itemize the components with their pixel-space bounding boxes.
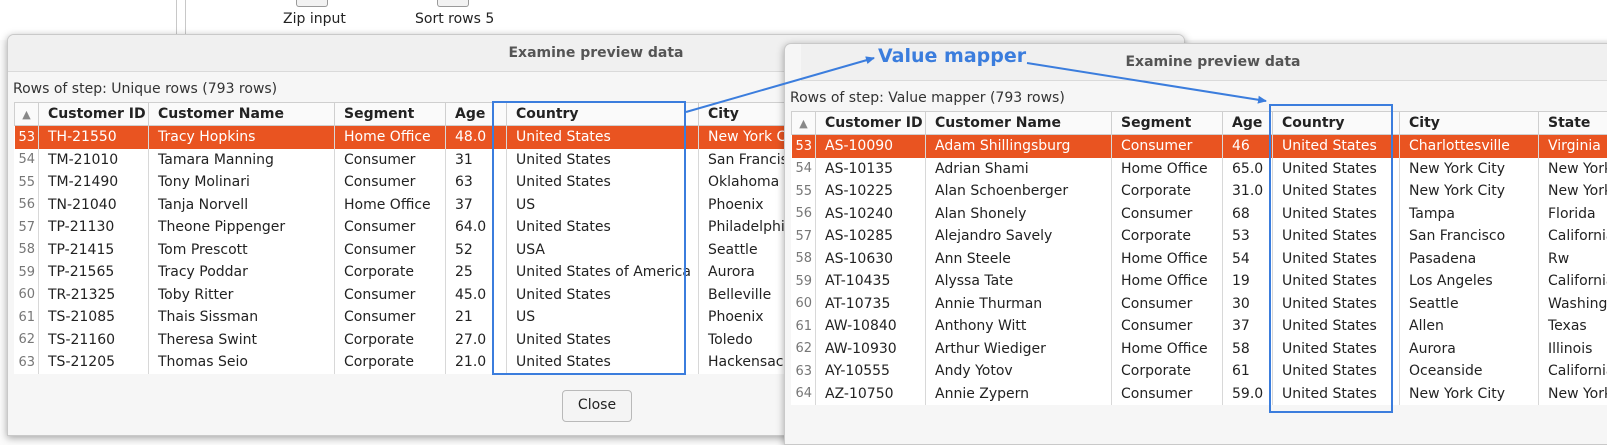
arrow-to-country-column [1027, 63, 1266, 101]
value-mapper-annotation: Value mapper [878, 45, 1026, 67]
arrow-to-label [686, 58, 874, 112]
annotation-arrows [0, 0, 1607, 413]
